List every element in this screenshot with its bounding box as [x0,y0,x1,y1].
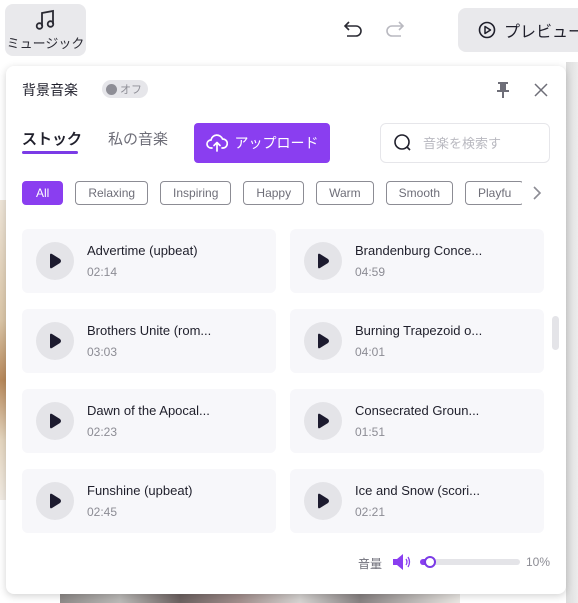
track-card[interactable]: Consecrated Groun... 01:51 [290,389,544,453]
music-tab-label: ミュージック [6,35,85,51]
close-button[interactable] [532,81,550,99]
chevron-right-icon [533,186,542,200]
panel-title: 背景音楽 [22,82,78,98]
play-icon [50,253,61,269]
track-list-scrollbar[interactable] [552,316,559,350]
play-button[interactable] [36,322,74,360]
track-title: Burning Trapezoid o... [355,323,483,338]
speaker-icon [393,554,411,570]
track-title: Brothers Unite (rom... [87,323,212,338]
track-card[interactable]: Dawn of the Apocal... 02:23 [22,389,276,453]
track-card[interactable]: Burning Trapezoid o... 04:01 [290,309,544,373]
play-icon [50,493,61,509]
undo-icon [343,21,362,37]
play-icon [318,493,329,509]
track-card[interactable]: Ice and Snow (scori... 02:21 [290,469,544,533]
music-note-icon [35,9,54,30]
track-duration: 04:59 [355,265,386,279]
preview-button[interactable]: プレビュー [458,8,578,52]
category-chips: All Relaxing Inspiring Happy Warm Smooth Playf… [22,181,522,205]
play-icon [50,333,61,349]
volume-label: 音量 [358,557,383,571]
redo-button[interactable] [382,19,406,39]
play-button[interactable] [36,242,74,280]
upload-button-label: アップロード [234,135,319,151]
play-button[interactable] [304,322,342,360]
track-title: Advertime (upbeat) [87,243,198,258]
volume-mute-button[interactable] [392,553,412,571]
play-button[interactable] [304,402,342,440]
music-search-box[interactable] [380,123,550,163]
music-search-input[interactable] [423,135,533,151]
background-photo-bottom [60,594,460,603]
volume-slider[interactable] [420,556,520,568]
category-chip-relaxing[interactable]: Relaxing [75,181,149,205]
volume-slider-thumb[interactable] [424,556,436,568]
categories-next-button[interactable] [530,184,544,202]
category-chip-all[interactable]: All [22,181,64,205]
cloud-upload-icon [205,134,228,152]
track-card[interactable]: Brothers Unite (rom... 03:03 [22,309,276,373]
category-chip-smooth[interactable]: Smooth [385,181,453,205]
track-duration: 02:14 [87,265,118,279]
play-button[interactable] [304,482,342,520]
play-icon [318,253,329,269]
category-chip-happy[interactable]: Happy [243,181,305,205]
track-duration: 02:21 [355,505,386,519]
preview-button-label: プレビュー [504,24,578,41]
category-chip-inspiring[interactable]: Inspiring [160,181,232,205]
track-duration: 02:45 [87,505,118,519]
background-music-toggle[interactable]: オフ [102,80,148,98]
track-card[interactable]: Funshine (upbeat) 02:45 [22,469,276,533]
search-icon [394,134,411,151]
track-title: Consecrated Groun... [355,403,480,418]
play-icon [318,413,329,429]
play-icon [318,333,329,349]
track-card[interactable]: Brandenburg Conce... 04:59 [290,229,544,293]
category-chip-warm[interactable]: Warm [316,181,374,205]
play-circle-icon [478,21,496,39]
redo-icon [386,21,405,37]
toggle-label: オフ [120,84,142,96]
undo-button[interactable] [342,19,366,39]
pin-button[interactable] [494,80,512,100]
music-tab[interactable]: ミュージック [5,4,86,56]
track-card[interactable]: Advertime (upbeat) 02:14 [22,229,276,293]
background-right-edge [566,62,578,603]
pin-icon [497,82,509,98]
volume-percent: 10% [526,555,551,569]
play-icon [50,413,61,429]
track-title: Funshine (upbeat) [87,483,193,498]
track-title: Brandenburg Conce... [355,243,483,258]
play-button[interactable] [36,402,74,440]
track-title: Ice and Snow (scori... [355,483,480,498]
play-button[interactable] [36,482,74,520]
tab-stock[interactable]: ストック [22,128,82,149]
category-chip-playful[interactable]: Playfu [465,181,522,205]
track-duration: 02:23 [87,425,118,439]
track-duration: 04:01 [355,345,386,359]
tab-my-music[interactable]: 私の音楽 [108,128,168,149]
track-duration: 01:51 [355,425,386,439]
background-music-panel: 背景音楽 オフ ストック 私の音楽 アップロード AllRe [6,66,566,594]
track-grid: Advertime (upbeat) 02:14 Brandenburg Con… [22,229,544,533]
toggle-knob [106,83,117,95]
track-duration: 03:03 [87,345,118,359]
active-tab-indicator [22,151,78,154]
upload-button[interactable]: アップロード [194,123,330,163]
play-button[interactable] [304,242,342,280]
track-title: Dawn of the Apocal... [87,403,210,418]
close-icon [534,83,548,97]
